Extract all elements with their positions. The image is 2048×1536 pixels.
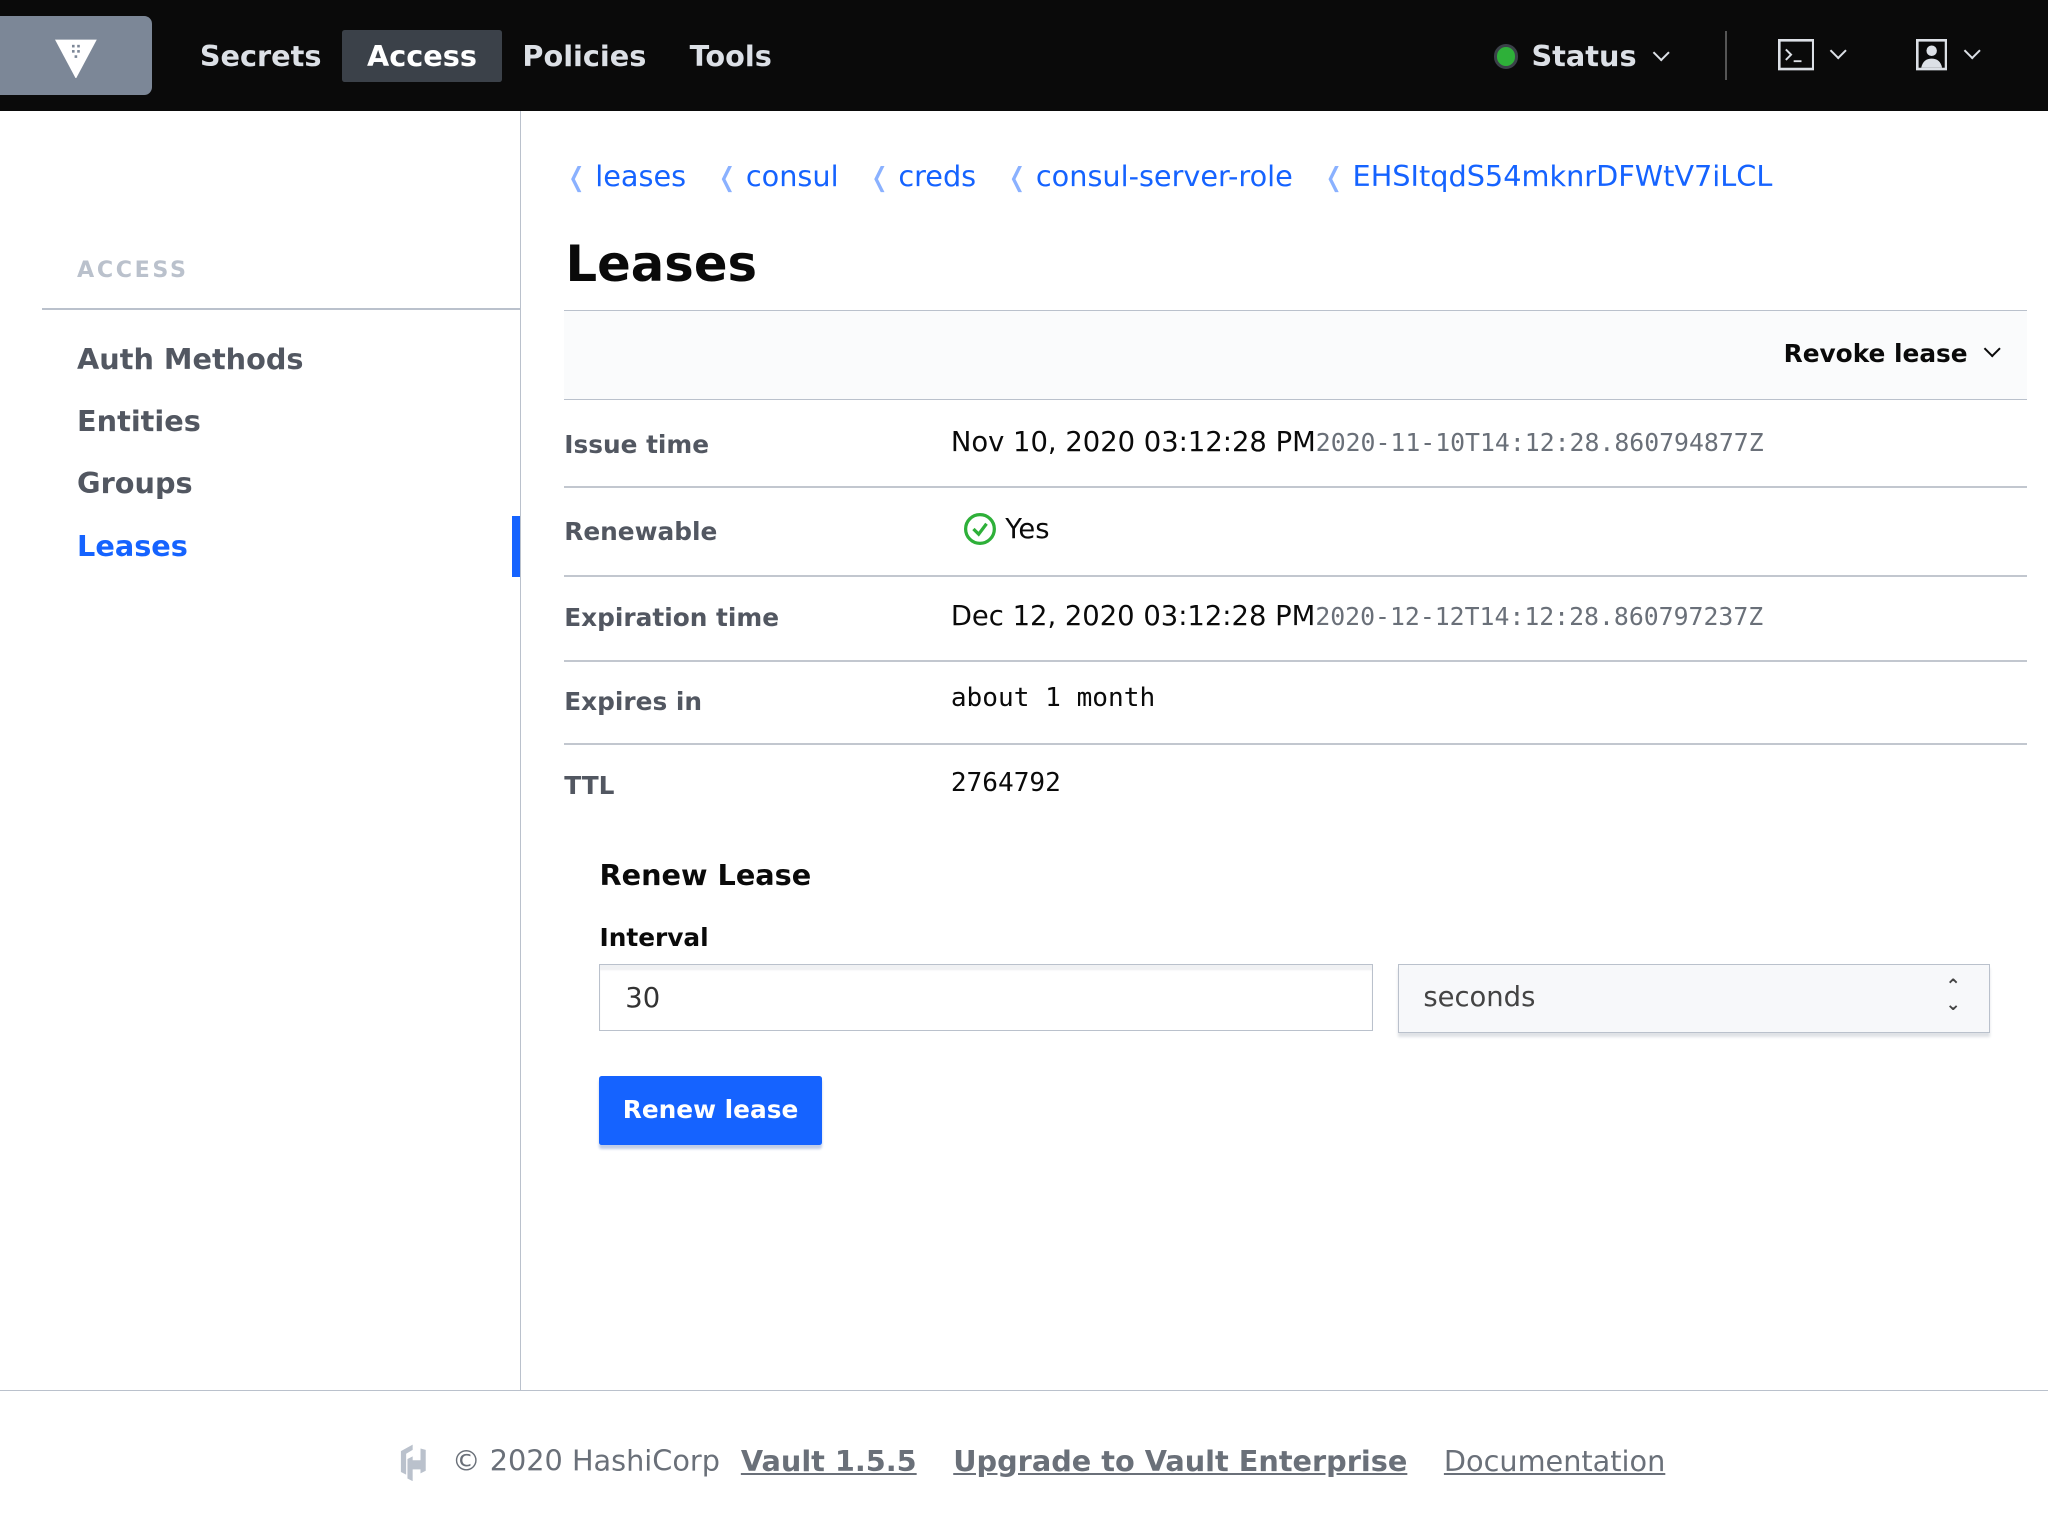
nav-access[interactable]: Access: [342, 30, 502, 83]
chevron-left-icon: ❬: [716, 163, 739, 194]
breadcrumb: ❬ leases ❬ consul ❬ creds ❬ consul-server-ro…: [566, 159, 1794, 193]
check-circle-icon: [963, 512, 996, 545]
terminal-icon: [1777, 39, 1815, 71]
footer: © 2020 HashiCorp Vault 1.5.5 Upgrade to Va…: [397, 1442, 1665, 1482]
toolbar: Revoke lease: [564, 309, 2028, 401]
status-dot-icon: [1494, 44, 1519, 69]
vault-logo[interactable]: [0, 15, 152, 96]
breadcrumb-role[interactable]: consul-server-role: [1036, 159, 1293, 193]
nav-secrets[interactable]: Secrets: [175, 30, 346, 82]
hashicorp-logo-icon: [400, 1444, 426, 1482]
detail-row-expires-in: Expires in about 1 month: [564, 662, 2028, 746]
chevron-left-icon: ❬: [1006, 163, 1029, 194]
revoke-label: Revoke lease: [1783, 339, 1968, 369]
breadcrumb-lease-id[interactable]: EHSItqdS54mknrDFWtV7iLCL: [1353, 159, 1773, 193]
detail-label: Expires in: [564, 687, 703, 716]
detail-row-renewable: Renewable Yes: [564, 488, 2028, 577]
console-menu[interactable]: [1777, 39, 1848, 75]
detail-value: Nov 10, 2020 03:12:28 PM: [950, 427, 1316, 459]
sidebar-heading: ACCESS: [77, 257, 189, 284]
revoke-lease-button[interactable]: Revoke lease: [1783, 339, 2001, 369]
unit-value: seconds: [1423, 981, 1536, 1013]
copyright: © 2020 HashiCorp: [451, 1443, 720, 1478]
user-icon: [1916, 39, 1948, 71]
renew-lease-button[interactable]: Renew lease: [599, 1076, 822, 1146]
vault-logo-icon: [54, 39, 97, 79]
upgrade-link[interactable]: Upgrade to Vault Enterprise: [953, 1444, 1407, 1478]
divider: [1725, 31, 1727, 80]
breadcrumb-leases[interactable]: leases: [595, 159, 686, 193]
detail-row-expiration-time: Expiration time Dec 12, 2020 03:12:28 PM…: [564, 577, 2028, 662]
select-arrows-icon: ⌃ ⌄: [1945, 975, 1961, 1016]
interval-input[interactable]: 30: [599, 963, 1373, 1031]
chevron-down-icon: [1829, 42, 1848, 61]
detail-row-issue-time: Issue time Nov 10, 2020 03:12:28 PM2020-…: [564, 400, 2028, 488]
top-nav: Secrets Access Policies Tools Status: [0, 0, 2048, 112]
detail-value: Yes: [1005, 514, 1050, 546]
active-indicator: [511, 515, 520, 578]
sidebar-item-auth-methods[interactable]: Auth Methods: [77, 342, 303, 376]
interval-unit-select[interactable]: seconds ⌃ ⌄: [1397, 963, 1991, 1034]
chevron-down-icon: [1963, 42, 1981, 61]
page-title: Leases: [565, 235, 758, 294]
detail-label: Issue time: [564, 429, 710, 459]
detail-label: Renewable: [564, 517, 718, 547]
status-menu[interactable]: Status: [1494, 30, 1670, 82]
footer-divider: [0, 1389, 2048, 1391]
detail-label: TTL: [564, 770, 615, 800]
version-link[interactable]: Vault 1.5.5: [741, 1444, 917, 1478]
divider: [41, 308, 520, 310]
nav-policies[interactable]: Policies: [498, 30, 672, 82]
sidebar-item-groups[interactable]: Groups: [77, 466, 193, 500]
sidebar-item-entities[interactable]: Entities: [77, 404, 201, 438]
chevron-left-icon: ❬: [1322, 163, 1345, 194]
detail-value: 2764792: [950, 767, 1061, 798]
breadcrumb-consul[interactable]: consul: [746, 159, 839, 193]
chevron-left-icon: ❬: [868, 163, 891, 194]
detail-iso: 2020-11-10T14:12:28.860794877Z: [1315, 428, 1764, 458]
chevron-down-icon: [1983, 340, 2001, 359]
nav-tools[interactable]: Tools: [665, 30, 797, 82]
chevron-down-icon: [1652, 44, 1670, 63]
detail-value: Dec 12, 2020 03:12:28 PM: [950, 600, 1316, 632]
breadcrumb-creds[interactable]: creds: [898, 159, 976, 193]
user-menu[interactable]: [1916, 39, 1981, 75]
detail-value: about 1 month: [950, 683, 1156, 714]
detail-label: Expiration time: [564, 603, 780, 633]
chevron-left-icon: ❬: [565, 163, 588, 194]
renew-heading: Renew Lease: [599, 858, 812, 893]
interval-label: Interval: [599, 923, 709, 953]
sidebar: [0, 111, 521, 1390]
sidebar-item-leases[interactable]: Leases: [77, 529, 188, 563]
detail-iso: 2020-12-12T14:12:28.860797237Z: [1315, 601, 1764, 631]
status-label: Status: [1531, 39, 1637, 74]
documentation-link[interactable]: Documentation: [1444, 1444, 1665, 1478]
